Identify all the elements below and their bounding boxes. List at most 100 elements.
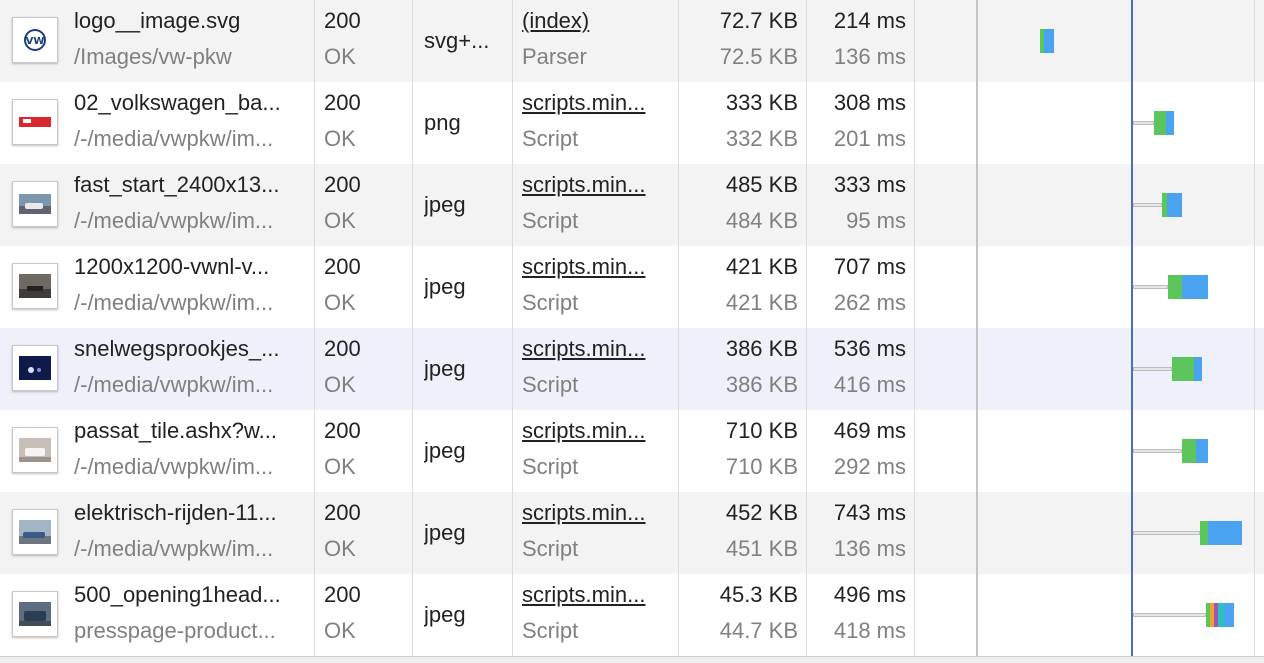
waterfall-ttfb-bar xyxy=(1168,275,1182,299)
resource-type: jpeg xyxy=(424,274,466,299)
time-cell: 308 ms 201 ms xyxy=(808,82,906,164)
resource-path: /-/media/vwpkw/im... xyxy=(74,372,274,397)
transfer-size: 421 KB xyxy=(725,254,798,279)
initiator-type: Script xyxy=(522,454,579,479)
initiator-type: Script xyxy=(522,290,579,315)
latency-time: 416 ms xyxy=(833,372,906,397)
time-cell: 333 ms 95 ms xyxy=(808,164,906,246)
resource-type: jpeg xyxy=(424,356,466,381)
size-cell: 452 KB 451 KB xyxy=(690,492,798,574)
initiator-type: Script xyxy=(522,208,579,233)
resource-type: svg+... xyxy=(424,28,490,53)
waterfall-ttfb-bar xyxy=(1154,111,1166,135)
content-size: 72.5 KB xyxy=(719,44,798,69)
initiator-link[interactable]: scripts.min... xyxy=(522,172,670,198)
transfer-size: 710 KB xyxy=(725,418,798,443)
status-cell: 200 OK xyxy=(324,410,404,492)
resource-path: /-/media/vwpkw/im... xyxy=(74,208,274,233)
resource-name: 500_opening1head... xyxy=(74,582,281,607)
time-cell: 469 ms 292 ms xyxy=(808,410,906,492)
resource-name: logo__image.svg xyxy=(74,8,241,33)
column-divider[interactable] xyxy=(512,0,513,662)
column-divider[interactable] xyxy=(412,0,413,662)
initiator-link[interactable]: scripts.min... xyxy=(522,254,670,280)
waterfall-wait-line xyxy=(1133,531,1200,535)
initiator-link[interactable]: scripts.min... xyxy=(522,500,670,526)
content-size: 710 KB xyxy=(725,454,798,479)
waterfall-download-bar xyxy=(1167,193,1182,217)
name-cell[interactable]: elektrisch-rijden-11... /-/media/vwpkw/im… xyxy=(74,492,312,574)
status-code: 200 xyxy=(324,500,361,525)
resource-path: /-/media/vwpkw/im... xyxy=(74,454,274,479)
time-cell: 214 ms 136 ms xyxy=(808,0,906,82)
type-cell: jpeg xyxy=(424,328,504,410)
table-row[interactable]: elektrisch-rijden-11... /-/media/vwpkw/im… xyxy=(0,492,1264,574)
column-divider[interactable] xyxy=(976,0,978,662)
initiator-link[interactable]: scripts.min... xyxy=(522,90,670,116)
latency-time: 201 ms xyxy=(833,126,906,151)
name-cell[interactable]: fast_start_2400x13... /-/media/vwpkw/im..… xyxy=(74,164,312,246)
status-cell: 200 OK xyxy=(324,164,404,246)
latency-time: 136 ms xyxy=(833,44,906,69)
column-divider[interactable] xyxy=(914,0,915,662)
status-code: 200 xyxy=(324,90,361,115)
waterfall-wait-line xyxy=(1133,203,1162,207)
svg-text:VW: VW xyxy=(26,36,45,47)
content-size: 332 KB xyxy=(725,126,798,151)
status-text: OK xyxy=(324,618,356,643)
transfer-size: 485 KB xyxy=(725,172,798,197)
total-time: 496 ms xyxy=(833,582,906,607)
total-time: 707 ms xyxy=(833,254,906,279)
status-code: 200 xyxy=(324,582,361,607)
name-cell[interactable]: passat_tile.ashx?w... /-/media/vwpkw/im..… xyxy=(74,410,312,492)
initiator-link[interactable]: scripts.min... xyxy=(522,336,670,362)
size-cell: 45.3 KB 44.7 KB xyxy=(690,574,798,656)
total-time: 308 ms xyxy=(833,90,906,115)
resource-type: jpeg xyxy=(424,192,466,217)
column-divider[interactable] xyxy=(1254,0,1255,662)
night-road-thumbnail-icon xyxy=(12,345,58,391)
electric-car-thumbnail-icon xyxy=(12,509,58,555)
table-row[interactable]: passat_tile.ashx?w... /-/media/vwpkw/im..… xyxy=(0,410,1264,492)
table-row[interactable]: snelwegsprookjes_... /-/media/vwpkw/im...… xyxy=(0,328,1264,410)
transfer-size: 45.3 KB xyxy=(719,582,798,607)
column-divider[interactable] xyxy=(314,0,315,662)
initiator-cell: scripts.min... Script xyxy=(522,328,670,410)
resource-name: elektrisch-rijden-11... xyxy=(74,500,277,525)
status-cell: 200 OK xyxy=(324,246,404,328)
column-divider[interactable] xyxy=(806,0,807,662)
status-code: 200 xyxy=(324,418,361,443)
size-cell: 421 KB 421 KB xyxy=(690,246,798,328)
resource-type: jpeg xyxy=(424,438,466,463)
resource-path: /-/media/vwpkw/im... xyxy=(74,536,274,561)
initiator-link[interactable]: scripts.min... xyxy=(522,418,670,444)
initiator-cell: scripts.min... Script xyxy=(522,246,670,328)
initiator-link[interactable]: scripts.min... xyxy=(522,582,670,608)
name-cell[interactable]: snelwegsprookjes_... /-/media/vwpkw/im... xyxy=(74,328,312,410)
transfer-size: 72.7 KB xyxy=(719,8,798,33)
resource-name: 1200x1200-vwnl-v... xyxy=(74,254,270,279)
initiator-type: Script xyxy=(522,372,579,397)
table-row[interactable]: 500_opening1head... presspage-product... 2… xyxy=(0,574,1264,656)
network-request-table: VW logo__image.svg/Images/vw-pkw 200 OK svg+… xyxy=(0,0,1264,663)
column-divider[interactable] xyxy=(678,0,679,662)
table-row[interactable]: 02_volkswagen_ba... /-/media/vwpkw/im... 2… xyxy=(0,82,1264,164)
name-cell[interactable]: logo__image.svg/Images/vw-pkw xyxy=(74,0,312,82)
waterfall-download-bar xyxy=(1224,603,1234,627)
name-cell[interactable]: 500_opening1head... presspage-product... xyxy=(74,574,312,656)
table-row[interactable]: 1200x1200-vwnl-v... /-/media/vwpkw/im... 2… xyxy=(0,246,1264,328)
initiator-cell: scripts.min... Script xyxy=(522,82,670,164)
initiator-link[interactable]: (index) xyxy=(522,8,670,34)
size-cell: 485 KB 484 KB xyxy=(690,164,798,246)
resource-name: snelwegsprookjes_... xyxy=(74,336,280,361)
waterfall-wait-line xyxy=(1133,613,1206,617)
latency-time: 262 ms xyxy=(833,290,906,315)
initiator-cell: scripts.min... Script xyxy=(522,164,670,246)
name-cell[interactable]: 02_volkswagen_ba... /-/media/vwpkw/im... xyxy=(74,82,312,164)
name-cell[interactable]: 1200x1200-vwnl-v... /-/media/vwpkw/im... xyxy=(74,246,312,328)
status-cell: 200 OK xyxy=(324,328,404,410)
content-size: 44.7 KB xyxy=(719,618,798,643)
table-row[interactable]: VW logo__image.svg/Images/vw-pkw 200 OK svg+… xyxy=(0,0,1264,82)
content-size: 421 KB xyxy=(725,290,798,315)
table-row[interactable]: fast_start_2400x13... /-/media/vwpkw/im..… xyxy=(0,164,1264,246)
